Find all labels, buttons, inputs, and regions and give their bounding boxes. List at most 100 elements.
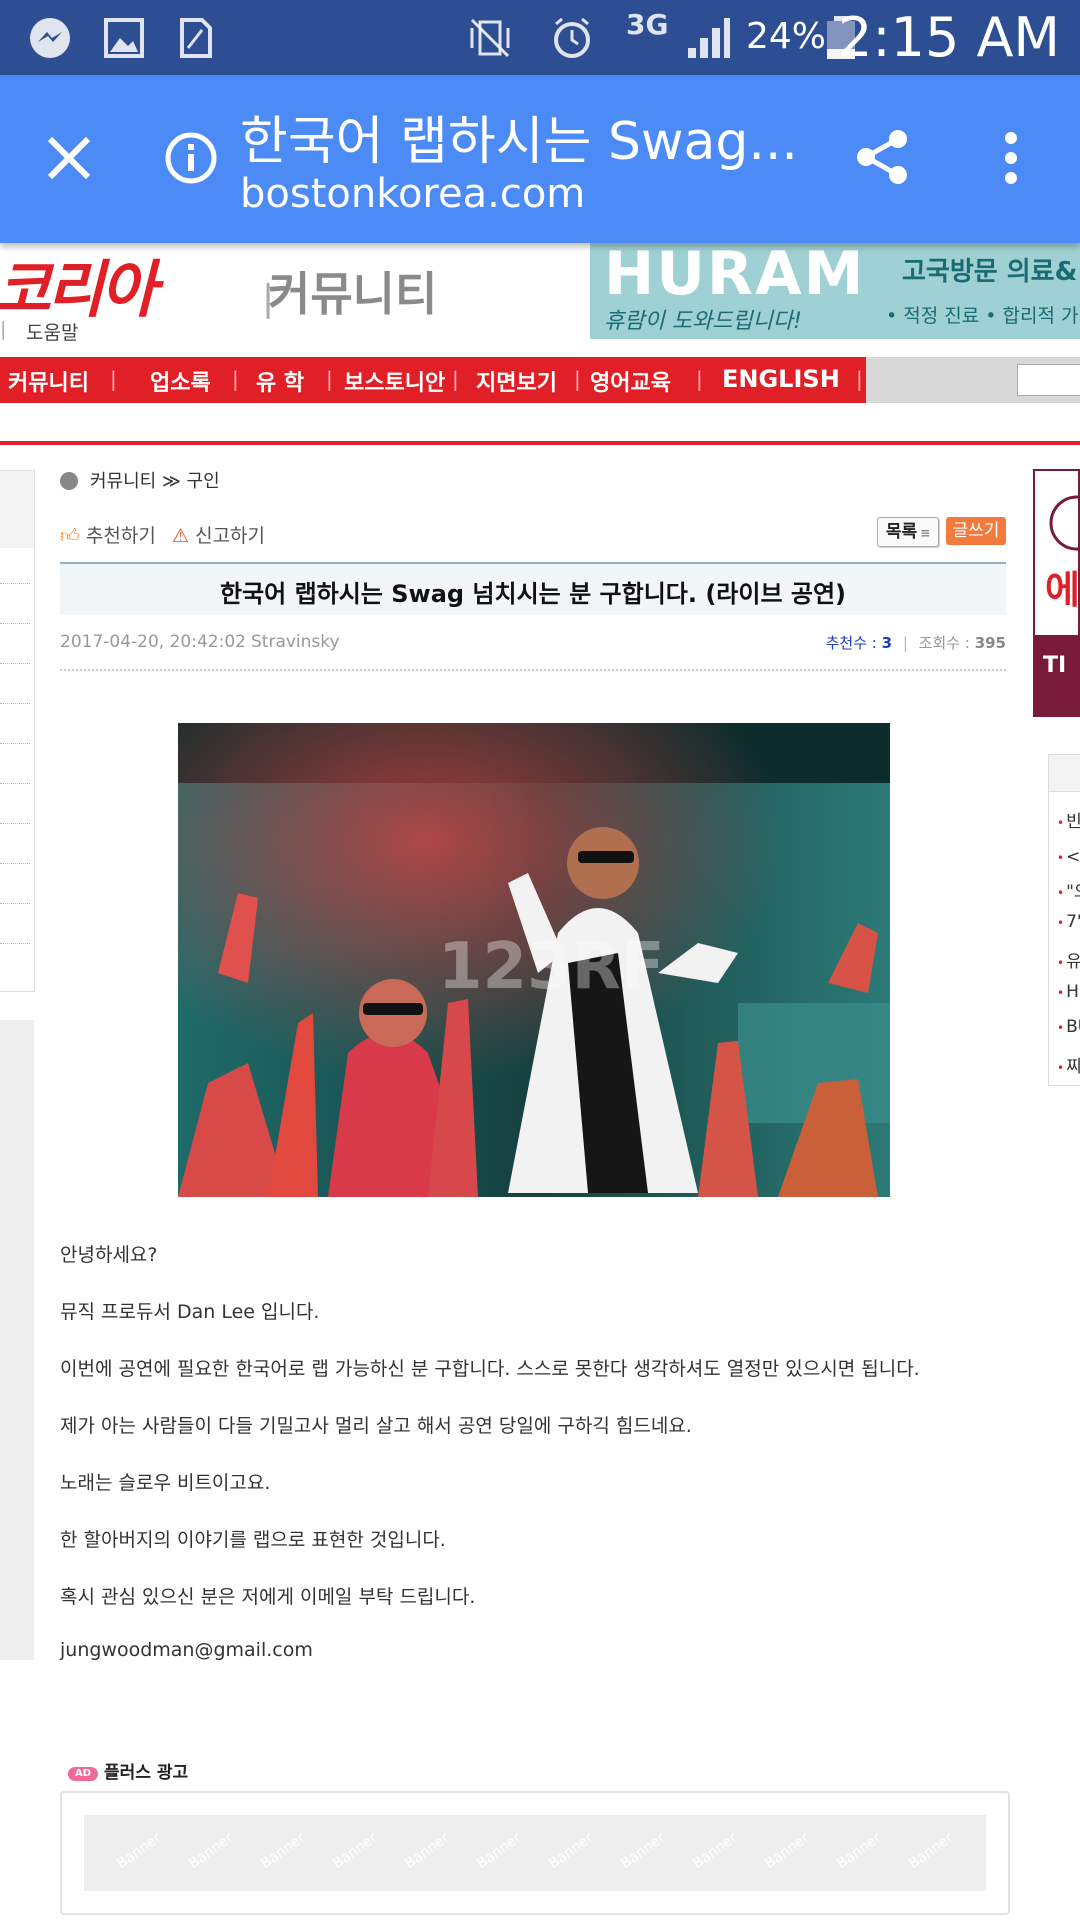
banner-watermark: Banner bbox=[113, 1830, 165, 1872]
ad-chip: AD bbox=[68, 1767, 98, 1781]
views-count: 395 bbox=[974, 634, 1006, 652]
right-sidebar-ad[interactable]: 에 TI bbox=[1033, 469, 1080, 717]
list-button-label: 목록 bbox=[885, 522, 918, 542]
right-list-item[interactable]: H bbox=[1057, 982, 1079, 1002]
post-meta-divider bbox=[60, 669, 1006, 671]
banner-watermark: Banner bbox=[401, 1830, 453, 1872]
right-ad-panel: 에 bbox=[1033, 469, 1080, 637]
breadcrumb-bullet-icon bbox=[60, 472, 78, 490]
left-sidebar-header bbox=[0, 471, 34, 548]
ad-headline: 고국방문 의료& bbox=[902, 257, 1078, 287]
nav-separator: | bbox=[110, 367, 117, 391]
breadcrumb-text[interactable]: 커뮤니티 ≫ 구인 bbox=[90, 471, 220, 492]
image-watermark: 123RF bbox=[438, 930, 665, 1004]
divider bbox=[0, 663, 30, 664]
banner-watermark: Banner bbox=[833, 1830, 885, 1872]
section-title[interactable]: 커뮤니티 bbox=[268, 258, 437, 324]
left-sidebar-box bbox=[0, 470, 35, 992]
banner-watermark: Banner bbox=[329, 1830, 381, 1872]
more-icon[interactable] bbox=[1000, 131, 1022, 185]
banner-watermark: Banner bbox=[617, 1830, 669, 1872]
right-list-header bbox=[1049, 755, 1080, 792]
post-paragraph: 제가 아는 사람들이 다들 기밀고사 멀리 살고 해서 공연 당일에 구하긱 힘… bbox=[60, 1415, 692, 1437]
nav-english[interactable]: ENGLISH bbox=[722, 365, 840, 393]
right-list-item[interactable]: "오 bbox=[1057, 877, 1080, 902]
plus-ad-label: 플러스 광고 bbox=[104, 1763, 189, 1783]
right-list-item[interactable]: <부 bbox=[1057, 842, 1080, 867]
nav-separator: | bbox=[696, 367, 703, 391]
post-title-box: 한국어 랩하시는 Swag 넘치시는 분 구합니다. (라이브 공연) bbox=[60, 562, 1006, 615]
nav-community[interactable]: 커뮤니티 bbox=[8, 365, 89, 397]
close-icon[interactable] bbox=[46, 135, 92, 181]
post-paragraph: 이번에 공연에 필요한 한국어로 랩 가능하신 분 구합니다. 스스로 못한다 … bbox=[60, 1358, 920, 1380]
contact-email[interactable]: jungwoodman@gmail.com bbox=[60, 1639, 313, 1661]
share-icon[interactable] bbox=[852, 127, 912, 187]
banner-watermark: Banner bbox=[905, 1830, 957, 1872]
nav-directory[interactable]: 업소록 bbox=[150, 365, 211, 397]
left-banner-placeholder[interactable] bbox=[0, 1020, 34, 1660]
concert-photo: 123RF bbox=[178, 723, 890, 1197]
gallery-icon bbox=[104, 18, 144, 58]
right-list-item[interactable]: 빈 bbox=[1057, 807, 1080, 832]
post-image: 123RF bbox=[178, 723, 890, 1197]
site-logo-text: 코리아 bbox=[0, 253, 157, 326]
clock: 2:15 AM bbox=[838, 6, 1060, 69]
banner-watermark: Banner bbox=[257, 1830, 309, 1872]
custom-tab-header: 한국어 랩하시는 Swag... bostonkorea.com bbox=[0, 75, 1080, 243]
right-list-item[interactable]: 찌 bbox=[1057, 1052, 1080, 1077]
nav-newspaper[interactable]: 지면보기 bbox=[476, 365, 557, 397]
post-paragraph: 한 할아버지의 이야기를 랩으로 표현한 것입니다. bbox=[60, 1529, 446, 1551]
thumbs-up-icon: 👍︎ bbox=[60, 525, 80, 547]
divider bbox=[0, 743, 30, 744]
right-ad-subtext: TI bbox=[1043, 653, 1067, 678]
banner-watermark: Banner bbox=[545, 1830, 597, 1872]
plus-ad-banner[interactable]: Banner Banner Banner Banner Banner Banne… bbox=[84, 1815, 986, 1891]
battery-percent: 24% bbox=[746, 16, 827, 57]
post-author[interactable]: Stravinsky bbox=[251, 632, 340, 652]
post-date: 2017-04-20, 20:42:02 bbox=[60, 632, 246, 652]
right-ad-text: 에 bbox=[1045, 568, 1080, 612]
header-separator: | bbox=[0, 318, 7, 340]
nav-separator: | bbox=[326, 367, 333, 391]
report-label: 신고하기 bbox=[195, 525, 266, 547]
list-button[interactable]: 목록 ≡ bbox=[877, 517, 939, 547]
stats-separator: | bbox=[902, 634, 908, 652]
sim-icon bbox=[180, 18, 212, 58]
post-paragraph: 혹시 관심 있으신 분은 저에게 이메일 부탁 드립니다. bbox=[60, 1586, 476, 1608]
right-list-item[interactable]: 유 bbox=[1057, 947, 1080, 972]
ad-brand: HURAM bbox=[604, 243, 866, 309]
write-button[interactable]: 글쓰기 bbox=[946, 517, 1006, 545]
post-paragraph: 뮤직 프로듀서 Dan Lee 입니다. bbox=[60, 1301, 320, 1323]
nav-separator: | bbox=[574, 367, 581, 391]
banner-watermark: Banner bbox=[689, 1830, 741, 1872]
nav-english-education[interactable]: 영어교육 bbox=[590, 365, 671, 397]
help-link[interactable]: 도움말 bbox=[26, 318, 78, 345]
main-nav: 커뮤니티 | 업소록 | 유 학 | 보스토니안 | 지면보기 | 영어교육 |… bbox=[0, 357, 866, 403]
recommend-button[interactable]: 👍︎ 추천하기 bbox=[60, 521, 156, 548]
nav-bostonian[interactable]: 보스토니안 bbox=[344, 365, 445, 397]
huram-ad-banner[interactable]: HURAM 휴람이 도와드립니다! 고국방문 의료& • 적정 진료 • 합리적… bbox=[590, 243, 1080, 339]
site-logo[interactable]: 코리아 bbox=[0, 245, 260, 326]
nav-study-abroad[interactable]: 유 학 bbox=[256, 365, 304, 397]
post-paragraph: 노래는 슬로우 비트이고요. bbox=[60, 1472, 271, 1494]
nav-separator: | bbox=[452, 367, 459, 391]
banner-watermark: Banner bbox=[761, 1830, 813, 1872]
info-icon[interactable] bbox=[164, 131, 218, 185]
hospital-logo-icon bbox=[1049, 495, 1080, 551]
post-title: 한국어 랩하시는 Swag 넘치시는 분 구합니다. (라이브 공연) bbox=[219, 580, 847, 608]
divider bbox=[0, 903, 30, 904]
post-stats: 추천수 : 3 | 조회수 : 395 bbox=[760, 632, 1006, 653]
right-list-item[interactable]: 7' bbox=[1057, 912, 1080, 932]
recommend-count-label: 추천수 : bbox=[825, 634, 877, 652]
banner-watermark: Banner bbox=[473, 1830, 525, 1872]
status-bar: 3G 24% 2:15 AM bbox=[0, 0, 1080, 75]
report-button[interactable]: ⚠︎ 신고하기 bbox=[172, 521, 265, 548]
network-3g-icon: 3G bbox=[626, 8, 669, 41]
right-list-item[interactable]: BU bbox=[1057, 1017, 1080, 1037]
post-paragraph: 안녕하세요? bbox=[60, 1244, 158, 1266]
plus-ad-heading: AD 플러스 광고 bbox=[68, 1758, 188, 1783]
divider bbox=[0, 783, 30, 784]
divider bbox=[0, 583, 30, 584]
divider bbox=[0, 703, 30, 704]
search-input[interactable] bbox=[1017, 364, 1080, 396]
